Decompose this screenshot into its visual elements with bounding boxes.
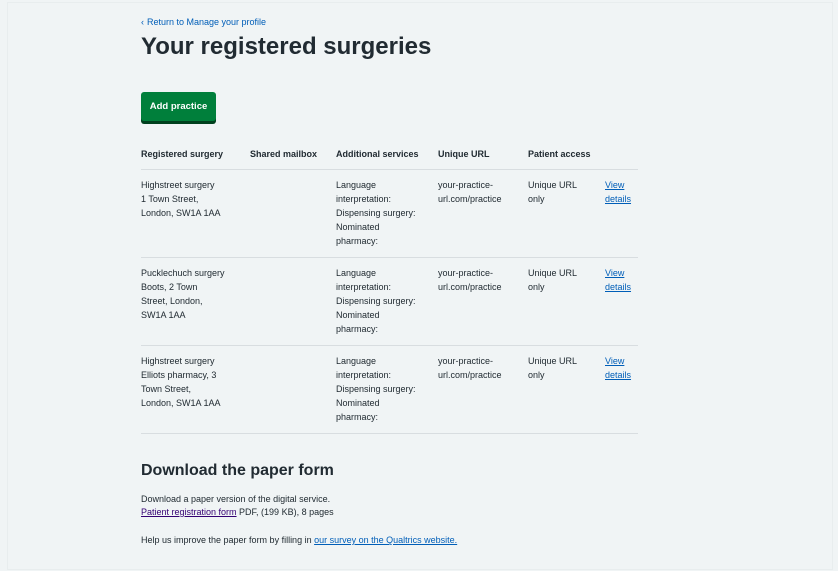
cell-surgery: Pucklechuch surgery Boots, 2 Town Street…: [141, 257, 250, 346]
table-row: Pucklechuch surgery Boots, 2 Town Street…: [141, 257, 638, 346]
add-practice-button[interactable]: Add practice: [141, 92, 216, 121]
back-link[interactable]: ‹ Return to Manage your profile: [141, 17, 266, 27]
cell-surgery: Highstreet surgery 1 Town Street, London…: [141, 169, 250, 258]
cell-mailbox: [250, 345, 336, 434]
survey-text: Help us improve the paper form by fillin…: [141, 535, 315, 545]
column-header-unique-url: Unique URL: [438, 143, 528, 170]
cell-url: your-practice- url.com/practice: [438, 345, 528, 434]
download-description-paragraph: Download a paper version of the digital …: [141, 493, 641, 519]
cell-services: Language interpretation: Dispensing surg…: [336, 169, 438, 258]
cell-surgery: Highstreet surgery Elliots pharmacy, 3 T…: [141, 345, 250, 434]
cell-url: your-practice- url.com/practice: [438, 257, 528, 346]
view-details-link[interactable]: View details: [605, 180, 631, 204]
cell-access: Unique URL only: [528, 169, 605, 258]
column-header-patient-access: Patient access: [528, 143, 605, 170]
cell-access: Unique URL only: [528, 257, 605, 346]
surgeries-table: Registered surgery Shared mailbox Additi…: [141, 143, 638, 434]
form-file-meta: PDF, (199 KB), 8 pages: [236, 507, 334, 517]
qualtrics-survey-link[interactable]: our survey on the Qualtrics website.: [314, 535, 457, 545]
page-title: Your registered surgeries: [141, 33, 432, 60]
cell-mailbox: [250, 169, 336, 258]
cell-access: Unique URL only: [528, 345, 605, 434]
page-frame: ‹ Return to Manage your profile Your reg…: [7, 2, 833, 570]
cell-services: Language interpretation: Dispensing surg…: [336, 257, 438, 346]
back-link-label: Return to Manage your profile: [147, 17, 267, 27]
table-row: Highstreet surgery 1 Town Street, London…: [141, 169, 638, 258]
cell-action: View details: [605, 169, 638, 258]
table-header-row: Registered surgery Shared mailbox Additi…: [141, 143, 638, 170]
cell-url: your-practice- url.com/practice: [438, 169, 528, 258]
view-details-link[interactable]: View details: [605, 268, 631, 292]
column-header-shared-mailbox: Shared mailbox: [250, 143, 336, 170]
table-row: Highstreet surgery Elliots pharmacy, 3 T…: [141, 345, 638, 434]
cell-action: View details: [605, 257, 638, 346]
chevron-left-icon: ‹: [141, 16, 144, 27]
survey-paragraph: Help us improve the paper form by fillin…: [141, 534, 457, 547]
patient-registration-form-link[interactable]: Patient registration form: [141, 507, 237, 517]
cell-action: View details: [605, 345, 638, 434]
column-header-additional-services: Additional services: [336, 143, 438, 170]
download-description: Download a paper version of the digital …: [141, 494, 331, 504]
cell-mailbox: [250, 257, 336, 346]
column-header-actions: [605, 143, 638, 170]
view-details-link[interactable]: View details: [605, 356, 631, 380]
column-header-registered-surgery: Registered surgery: [141, 143, 250, 170]
download-heading: Download the paper form: [141, 462, 334, 479]
cell-services: Language interpretation: Dispensing surg…: [336, 345, 438, 434]
